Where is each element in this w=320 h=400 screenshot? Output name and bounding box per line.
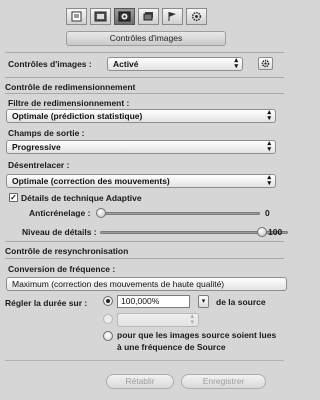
- reset-button[interactable]: Rétablir: [106, 374, 174, 389]
- gear-icon: [191, 11, 202, 22]
- antialias-slider-track[interactable]: [100, 212, 260, 215]
- divider: [5, 52, 284, 53]
- detail-level-label: Niveau de détails :: [22, 227, 97, 237]
- resync-heading: Contrôle de resynchronisation: [5, 246, 129, 256]
- tab-image-controls[interactable]: [114, 8, 135, 25]
- adaptive-details-label: Détails de technique Adaptive: [21, 193, 142, 203]
- source-rate-radio[interactable]: [103, 331, 113, 341]
- duration-label: Régler la durée sur :: [5, 298, 88, 308]
- image-controls-value: Activé: [113, 59, 139, 69]
- deinterlace-label: Désentrelacer :: [8, 160, 70, 170]
- divider: [5, 258, 284, 259]
- image-controls-popup[interactable]: Activé ▴ ▾: [107, 57, 243, 71]
- adaptive-details-checkbox[interactable]: ✓: [9, 193, 18, 202]
- output-fields-value: Progressive: [12, 142, 61, 152]
- tab-stack[interactable]: [138, 8, 159, 25]
- tab-filmstrip[interactable]: [90, 8, 111, 25]
- flag-icon: [168, 12, 176, 21]
- output-fields-label: Champs de sortie :: [8, 128, 85, 138]
- fps-popup[interactable]: ▴ ▾: [117, 313, 199, 327]
- gear-icon: [261, 59, 270, 68]
- frame-conversion-value: Maximum (correction des mouvements de ha…: [12, 279, 225, 289]
- document-icon: [71, 11, 82, 22]
- duration-suffix: de la source: [216, 297, 266, 307]
- frame-conversion-popup[interactable]: Maximum (correction des mouvements de ha…: [6, 277, 287, 291]
- divider: [5, 241, 284, 242]
- duration-popup-button[interactable]: ▾: [198, 295, 209, 308]
- image-controls-label: Contrôles d'images :: [8, 59, 92, 69]
- section-title: Contrôles d'images: [66, 31, 226, 46]
- detail-level-slider-knob[interactable]: [257, 227, 267, 237]
- settings-button[interactable]: [258, 57, 273, 70]
- antialias-label: Anticrénelage :: [29, 208, 91, 218]
- output-fields-popup[interactable]: Progressive ▴ ▾: [6, 140, 276, 154]
- antialias-slider-knob[interactable]: [96, 208, 106, 218]
- deinterlace-value: Optimale (correction des mouvements): [12, 176, 170, 186]
- chevron-updown-icon: ▴ ▾: [267, 174, 271, 187]
- duration-radio[interactable]: [103, 296, 113, 306]
- divider: [5, 93, 284, 94]
- divider: [5, 360, 284, 361]
- resize-heading: Contrôle de redimensionnement: [5, 82, 136, 92]
- tab-settings[interactable]: [186, 8, 207, 25]
- chevron-updown-icon: ▴ ▾: [234, 57, 238, 70]
- resize-filter-label: Filtre de redimensionnement :: [8, 98, 130, 108]
- resize-filter-value: Optimale (prédiction statistique): [12, 111, 143, 121]
- detail-level-value: 100: [268, 227, 283, 237]
- source-rate-text: pour que les images source soient lues à…: [117, 330, 277, 352]
- save-button[interactable]: Enregistrer: [181, 374, 266, 389]
- divider: [5, 77, 284, 78]
- chevron-updown-icon: ▴ ▾: [267, 140, 271, 153]
- duration-field[interactable]: 100,000%: [117, 295, 190, 308]
- tab-document[interactable]: [66, 8, 87, 25]
- antialias-value: 0: [265, 208, 270, 218]
- tab-flag[interactable]: [162, 8, 183, 25]
- fps-radio[interactable]: [103, 314, 113, 324]
- filmstrip-icon: [94, 11, 107, 22]
- image-controls-icon: [118, 11, 131, 22]
- stack-icon: [143, 12, 153, 21]
- chevron-updown-icon: ▴ ▾: [267, 109, 271, 122]
- chevron-updown-icon: ▴ ▾: [190, 313, 194, 326]
- frame-conversion-label: Conversion de fréquence :: [8, 264, 116, 274]
- resize-filter-popup[interactable]: Optimale (prédiction statistique) ▴ ▾: [6, 109, 276, 123]
- deinterlace-popup[interactable]: Optimale (correction des mouvements) ▴ ▾: [6, 174, 276, 188]
